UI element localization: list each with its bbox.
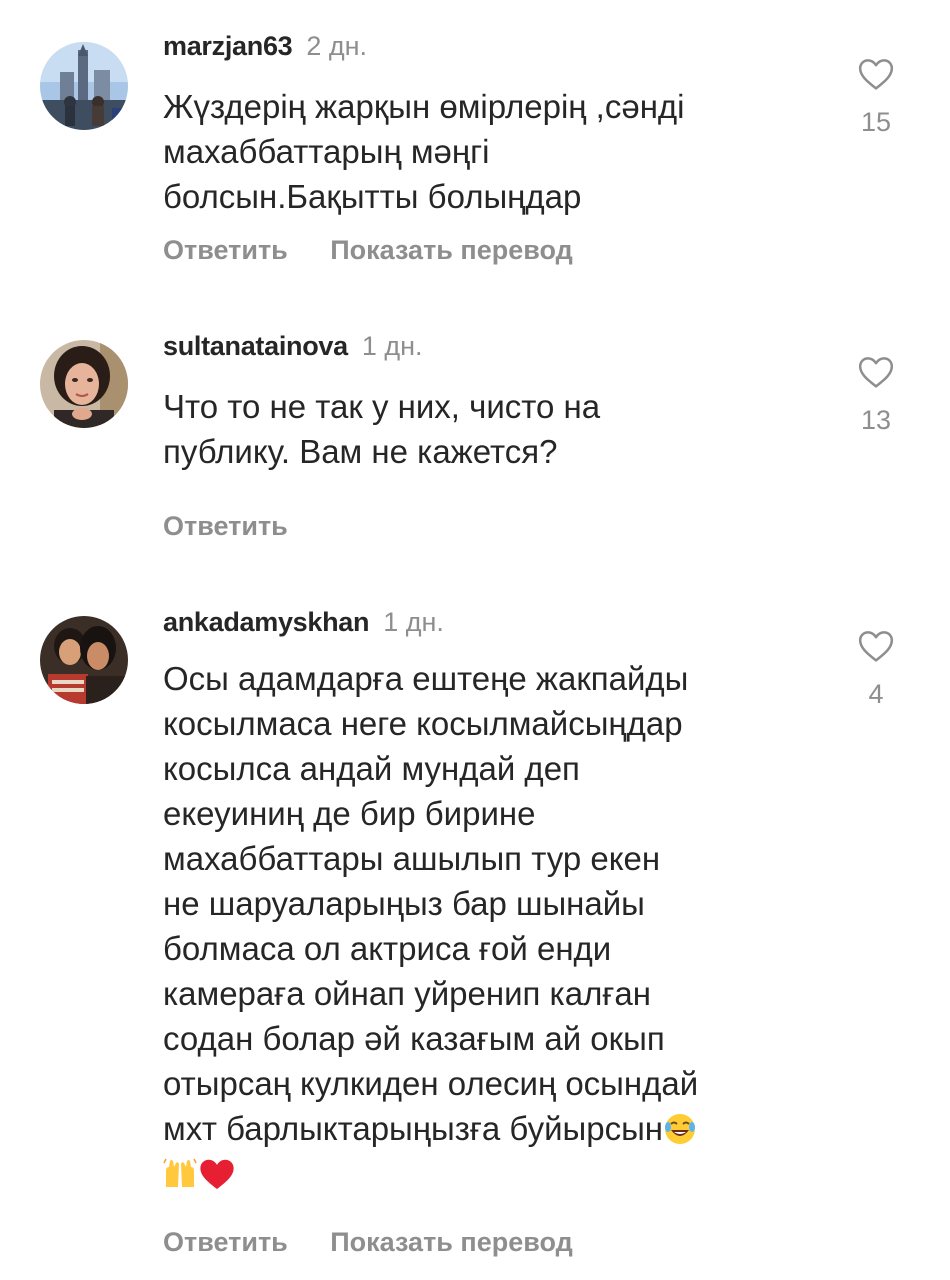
reply-button[interactable]: Ответить [163, 1222, 288, 1262]
like-button[interactable] [856, 54, 896, 94]
comment-actions: Ответить Показать перевод [163, 230, 611, 270]
avatar-photo-woman-icon [40, 340, 128, 428]
raised-hands-emoji-icon [163, 1157, 197, 1191]
comment-meta: marzjan63 2 дн. [163, 26, 367, 66]
heart-outline-icon [858, 59, 894, 90]
comment-text-body: Осы адамдарға ештеңе жакпайды косылмаса … [163, 660, 699, 1147]
reply-button[interactable]: Ответить [163, 230, 288, 270]
comment-username[interactable]: marzjan63 [163, 31, 293, 61]
reply-button[interactable]: Ответить [163, 506, 288, 546]
like-count: 13 [860, 405, 892, 435]
heart-outline-icon [858, 631, 894, 662]
comment-meta: ankadamyskhan 1 дн. [163, 602, 444, 642]
show-translation-button[interactable]: Показать перевод [330, 1222, 573, 1262]
like-button[interactable] [856, 626, 896, 666]
comment-text: Что то не так у них, чисто на публику. В… [163, 388, 601, 470]
avatar-photo-two-people-icon [40, 616, 128, 704]
heart-outline-icon [858, 357, 894, 388]
comment-actions: Ответить [163, 506, 326, 546]
comment-time: 2 дн. [306, 31, 368, 61]
like-button[interactable] [856, 352, 896, 392]
red-heart-emoji-icon [197, 1155, 237, 1193]
laughing-tears-emoji-icon [663, 1112, 697, 1146]
show-translation-button[interactable]: Показать перевод [330, 230, 573, 270]
comment-time: 1 дн. [361, 331, 423, 361]
comment-text: Осы адамдарға ештеңе жакпайды косылмаса … [163, 656, 803, 1196]
like-count: 15 [860, 107, 892, 137]
avatar[interactable] [40, 42, 128, 130]
avatar[interactable] [40, 616, 128, 704]
comment-text: Жүздерің жарқын өмірлерің ,сәнді махабба… [163, 88, 685, 215]
comment-actions: Ответить Показать перевод [163, 1222, 611, 1262]
comment-username[interactable]: sultanatainova [163, 331, 348, 361]
comment-meta: sultanatainova 1 дн. [163, 326, 423, 366]
avatar[interactable] [40, 340, 128, 428]
like-count: 4 [868, 679, 884, 709]
avatar-photo-cityscape-icon [40, 42, 128, 130]
comment-username[interactable]: ankadamyskhan [163, 607, 370, 637]
comment-time: 1 дн. [383, 607, 444, 637]
